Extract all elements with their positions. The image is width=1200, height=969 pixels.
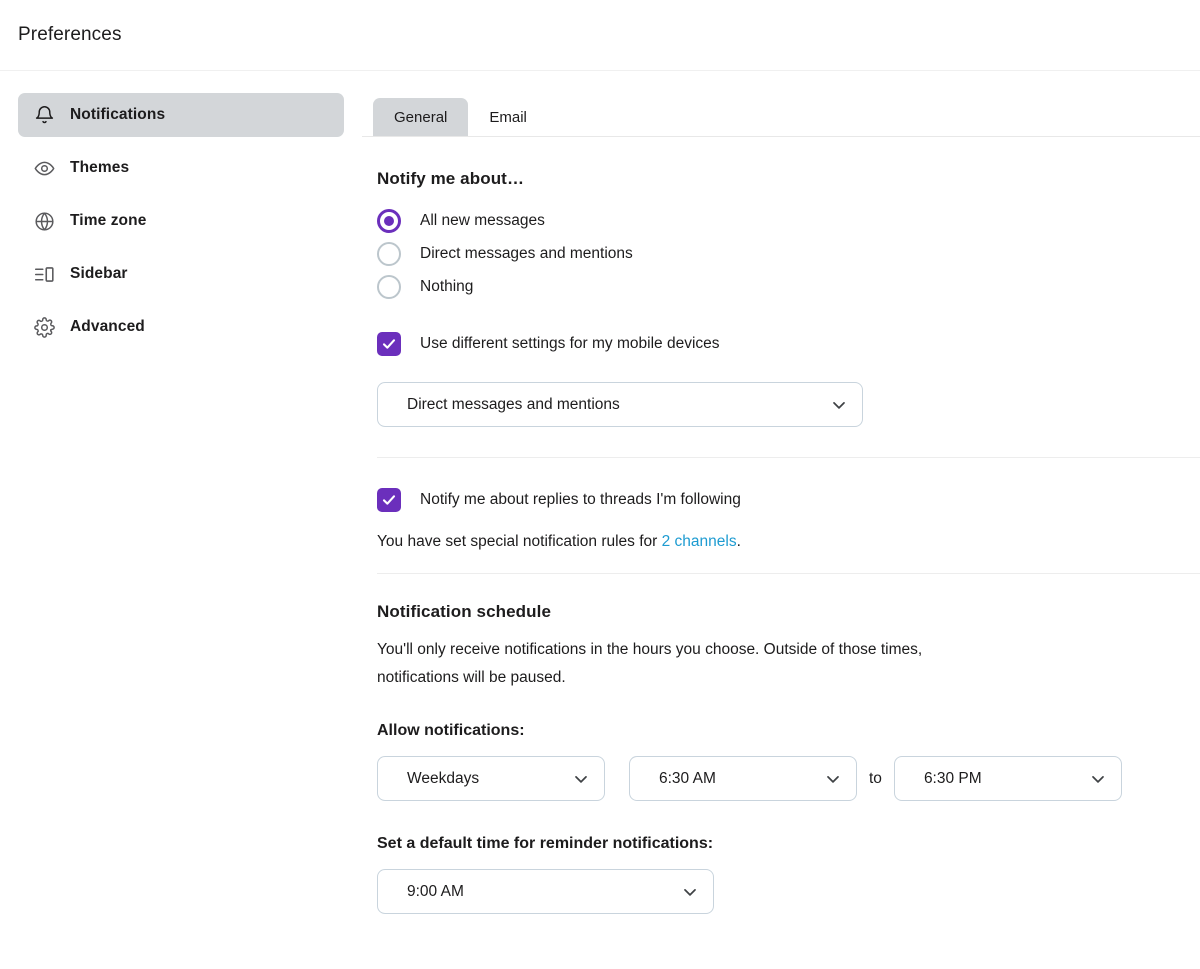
sidebar-item-label: Themes [70,159,130,176]
checkbox-label: Use different settings for my mobile dev… [420,335,720,352]
select-value: 6:30 AM [659,769,716,787]
note-prefix: You have set special notification rules … [377,533,662,550]
check-icon [382,495,396,505]
chevron-down-icon [1088,769,1108,789]
schedule-controls-row: Weekdays 6:30 AM to 6:30 PM [377,756,1200,801]
globe-icon [34,211,62,232]
preferences-sidebar: Notifications Themes Time zone Sidebar A… [0,71,362,358]
tab-email[interactable]: Email [468,98,548,136]
notify-radio-group: All new messages Direct messages and men… [377,204,1200,303]
chevron-down-icon [571,769,591,789]
radio-label: Direct messages and mentions [420,244,633,262]
checkbox-indicator[interactable] [377,332,401,356]
settings-content-inner: Notify me about… All new messages Direct… [377,169,1200,914]
check-icon [382,339,396,349]
page-header: Preferences [0,0,1200,71]
schedule-end-time-select[interactable]: 6:30 PM [893,756,1122,801]
to-label: to [869,769,882,787]
sidebar-item-label: Advanced [70,318,145,335]
settings-content: Notify me about… All new messages Direct… [362,169,1200,914]
radio-indicator[interactable] [377,241,401,266]
select-value: 9:00 AM [407,882,464,900]
bell-icon [34,105,62,126]
mobile-notification-select[interactable]: Direct messages and mentions [377,382,863,427]
select-value: Direct messages and mentions [407,395,620,413]
threads-checkbox-row[interactable]: Notify me about replies to threads I'm f… [377,488,1200,512]
allow-notifications-label: Allow notifications: [377,722,525,739]
section-divider [377,573,1200,574]
mobile-settings-checkbox-row[interactable]: Use different settings for my mobile dev… [377,332,1200,356]
radio-option-all-new-messages[interactable]: All new messages [377,204,1200,237]
eye-icon [34,158,62,179]
chevron-down-icon [680,882,700,902]
radio-label: All new messages [420,211,545,229]
sidebar-item-themes[interactable]: Themes [18,146,344,190]
radio-option-nothing[interactable]: Nothing [377,270,1200,303]
checkbox-indicator[interactable] [377,488,401,512]
page-title: Preferences [18,24,122,45]
schedule-description: You'll only receive notifications in the… [377,641,923,686]
note-suffix: . [736,533,741,550]
sidebar-item-time-zone[interactable]: Time zone [18,199,344,243]
preferences-main-panel: General Email Notify me about… All new m… [362,71,1200,914]
schedule-start-time-select[interactable]: 6:30 AM [629,756,857,801]
sidebar-icon [34,264,62,285]
sidebar-item-label: Sidebar [70,265,128,282]
channels-link[interactable]: 2 channels [662,533,737,550]
sidebar-item-notifications[interactable]: Notifications [18,93,344,137]
sidebar-item-label: Notifications [70,106,166,123]
tab-label: Email [489,108,527,126]
select-value: Weekdays [407,769,480,787]
radio-indicator[interactable] [377,274,401,299]
tab-label: General [394,108,448,126]
sidebar-item-label: Time zone [70,212,147,229]
chevron-down-icon [823,769,843,789]
gear-icon [34,316,62,338]
radio-indicator[interactable] [377,208,401,233]
page-body: Notifications Themes Time zone Sidebar A… [0,71,1200,969]
select-value: 6:30 PM [923,769,982,787]
special-rules-note: You have set special notification rules … [377,533,1200,551]
checkbox-label: Notify me about replies to threads I'm f… [420,491,741,508]
schedule-days-select[interactable]: Weekdays [377,756,605,801]
section-divider [377,457,1200,458]
tab-bar: General Email [362,93,1200,137]
sidebar-item-sidebar[interactable]: Sidebar [18,252,344,296]
tab-general[interactable]: General [373,98,469,136]
radio-option-direct-messages[interactable]: Direct messages and mentions [377,237,1200,270]
notification-schedule-heading: Notification schedule [377,602,552,621]
notify-me-about-heading: Notify me about… [377,169,525,188]
chevron-down-icon [829,395,849,415]
reminder-time-label: Set a default time for reminder notifica… [377,835,714,852]
radio-label: Nothing [420,277,474,295]
sidebar-item-advanced[interactable]: Advanced [18,305,344,349]
reminder-time-select[interactable]: 9:00 AM [377,869,714,914]
